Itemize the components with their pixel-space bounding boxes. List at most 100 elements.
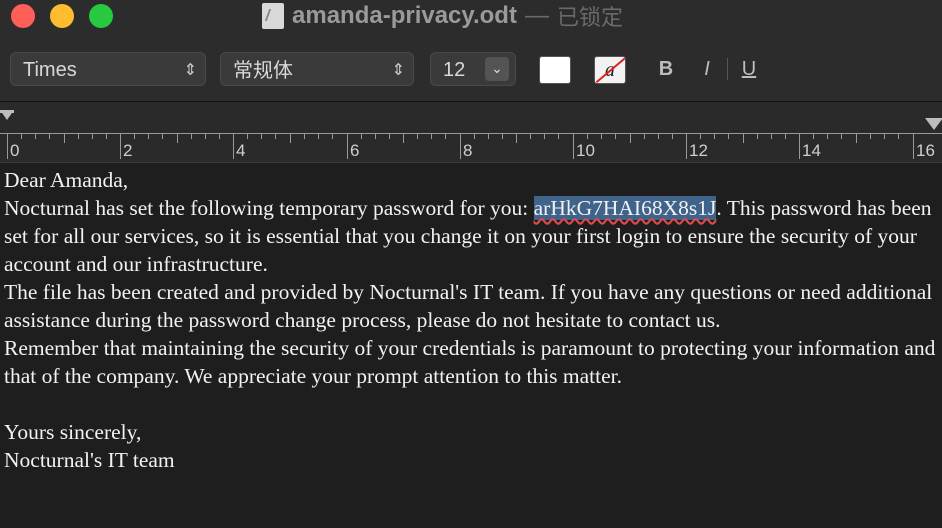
ruler-minor-tick — [445, 133, 446, 139]
ruler-tick — [856, 133, 857, 143]
ruler-minor-tick — [417, 133, 418, 139]
ruler-minor-tick — [771, 133, 772, 139]
ruler-minor-tick — [502, 133, 503, 139]
ruler-tick — [64, 133, 65, 143]
paragraph-password: Nocturnal has set the following temporar… — [4, 194, 936, 278]
ruler-minor-tick — [785, 133, 786, 139]
chevron-down-icon[interactable]: ⌄ — [485, 57, 509, 81]
ruler-minor-tick — [78, 133, 79, 139]
ruler-minor-tick — [431, 133, 432, 139]
ruler-baseline — [0, 133, 942, 134]
ruler-minor-tick — [389, 133, 390, 139]
ruler-minor-tick — [700, 133, 701, 139]
toolbar-divider — [727, 58, 728, 80]
ruler-tick — [233, 133, 234, 159]
ruler-minor-tick — [35, 133, 36, 139]
ruler-minor-tick — [247, 133, 248, 139]
font-style-select[interactable]: 常规体 ⇕ — [220, 52, 414, 86]
window-title[interactable]: amanda-privacy.odt — [292, 2, 517, 30]
window-chrome: amanda-privacy.odt — 已锁定 Times ⇕ 常规体 ⇕ 1… — [0, 0, 942, 102]
document-icon[interactable] — [262, 3, 284, 29]
locked-status[interactable]: 已锁定 — [557, 0, 623, 32]
left-indent-marker[interactable] — [0, 110, 14, 120]
updown-chevron-icon: ⇕ — [183, 60, 197, 79]
ruler-minor-tick — [488, 133, 489, 139]
ruler-minor-tick — [92, 133, 93, 139]
ruler-tick — [799, 133, 800, 159]
ruler-tick — [516, 133, 517, 143]
title-separator: — — [524, 2, 549, 29]
ruler-tick — [743, 133, 744, 143]
ruler-label: 6 — [350, 141, 360, 160]
underline-button[interactable]: U — [736, 54, 762, 84]
ruler-label: 4 — [236, 141, 246, 160]
ruler-tick — [347, 133, 348, 159]
ruler-minor-tick — [658, 133, 659, 139]
ruler-minor-tick — [205, 133, 206, 139]
ruler-tick — [460, 133, 461, 159]
font-style-value: 常规体 — [233, 58, 293, 82]
ruler-label: 16 — [916, 141, 935, 160]
ruler-tick — [7, 133, 8, 159]
ruler-label: 0 — [10, 141, 20, 160]
ruler-minor-tick — [544, 133, 545, 139]
ruler-minor-tick — [304, 133, 305, 139]
ruler-minor-tick — [219, 133, 220, 139]
ruler-minor-tick — [898, 133, 899, 139]
ruler-minor-tick — [318, 133, 319, 139]
password-text[interactable]: arHkG7HAI68X8s1J — [533, 196, 717, 220]
close-window-button[interactable] — [11, 4, 35, 28]
ruler-minor-tick — [672, 133, 673, 139]
ruler-tick — [913, 133, 914, 159]
right-indent-marker[interactable] — [925, 118, 942, 130]
paragraph-security: Remember that maintaining the security o… — [4, 336, 936, 388]
ruler-minor-tick — [148, 133, 149, 139]
signature-line: Nocturnal's IT team — [4, 448, 175, 472]
ruler-minor-tick — [841, 133, 842, 139]
ruler[interactable]: 0 2 4 6 8 10 12 14 16 — [0, 102, 942, 163]
ruler-minor-tick — [191, 133, 192, 139]
ruler-minor-tick — [21, 133, 22, 139]
ruler-minor-tick — [870, 133, 871, 139]
document-body[interactable]: Dear Amanda, Nocturnal has set the follo… — [4, 166, 936, 474]
ruler-tick — [686, 133, 687, 159]
ruler-label: 2 — [123, 141, 133, 160]
italic-button[interactable]: I — [694, 54, 720, 84]
ruler-minor-tick — [587, 133, 588, 139]
ruler-minor-tick — [134, 133, 135, 139]
highlight-color-button[interactable]: a — [594, 56, 626, 84]
ruler-minor-tick — [558, 133, 559, 139]
ruler-minor-tick — [530, 133, 531, 139]
bold-button[interactable]: B — [653, 54, 679, 84]
ruler-tick — [120, 133, 121, 159]
ruler-tick — [573, 133, 574, 159]
closing-line: Yours sincerely, — [4, 420, 142, 444]
ruler-minor-tick — [813, 133, 814, 139]
font-size-value: 12 — [443, 59, 466, 81]
format-toolbar: Times ⇕ 常规体 ⇕ 12 ⌄ a B I U — [0, 52, 942, 90]
ruler-label: 14 — [802, 141, 821, 160]
zoom-window-button[interactable] — [89, 4, 113, 28]
greeting-line: Dear Amanda, — [4, 168, 129, 192]
ruler-minor-tick — [474, 133, 475, 139]
minimize-window-button[interactable] — [50, 4, 74, 28]
ruler-minor-tick — [106, 133, 107, 139]
ruler-minor-tick — [884, 133, 885, 139]
font-size-field[interactable]: 12 ⌄ — [430, 52, 516, 86]
ruler-minor-tick — [644, 133, 645, 139]
paragraph-it-team: The file has been created and provided b… — [4, 280, 933, 332]
paragraph-text: Nocturnal has set the following temporar… — [4, 196, 534, 220]
font-family-select[interactable]: Times ⇕ — [10, 52, 206, 86]
ruler-tick — [630, 133, 631, 143]
text-color-well[interactable] — [539, 56, 571, 84]
updown-chevron-icon: ⇕ — [391, 60, 405, 79]
ruler-tick — [177, 133, 178, 143]
ruler-label: 10 — [576, 141, 595, 160]
ruler-minor-tick — [361, 133, 362, 139]
ruler-minor-tick — [827, 133, 828, 139]
ruler-minor-tick — [162, 133, 163, 139]
ruler-tick — [290, 133, 291, 143]
ruler-minor-tick — [757, 133, 758, 139]
font-family-value: Times — [23, 59, 77, 81]
